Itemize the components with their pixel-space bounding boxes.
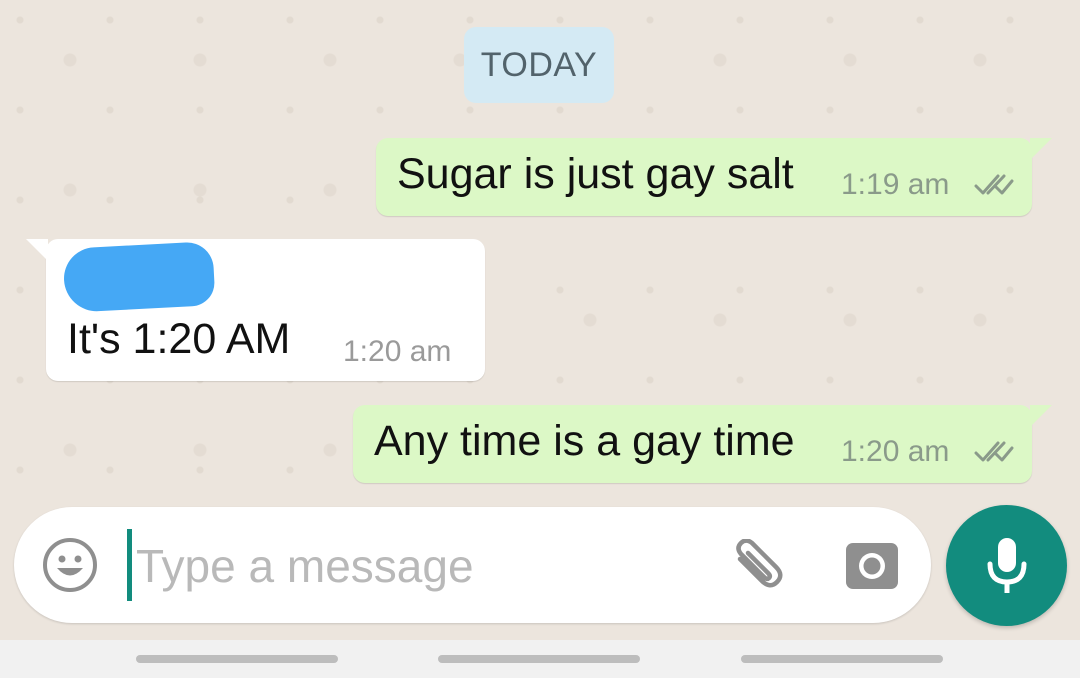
message-text: It's 1:20 AM <box>67 315 291 363</box>
voice-message-button[interactable] <box>946 505 1067 626</box>
nav-handle-left[interactable] <box>136 655 338 663</box>
message-time: 1:20 am <box>343 335 452 368</box>
message-input[interactable] <box>134 527 698 605</box>
bubble-tail <box>1030 138 1052 160</box>
text-cursor <box>127 529 132 601</box>
paperclip-icon[interactable] <box>726 539 786 595</box>
message-time: 1:19 am <box>841 168 950 201</box>
microphone-icon <box>987 537 1026 593</box>
message-time: 1:20 am <box>841 435 950 468</box>
message-bubble-outgoing[interactable]: Any time is a gay time 1:20 am <box>353 405 1052 483</box>
message-bubble-outgoing[interactable]: Sugar is just gay salt 1:19 am <box>376 138 1052 216</box>
bubble-tail <box>26 239 48 261</box>
message-composer <box>14 507 931 623</box>
bubble-tail <box>1030 405 1052 427</box>
message-bubble-incoming[interactable]: It's 1:20 AM 1:20 am <box>26 239 485 381</box>
nav-handle-center[interactable] <box>438 655 640 663</box>
date-separator-label: TODAY <box>480 45 598 84</box>
double-check-icon <box>974 174 1014 195</box>
redacted-sender-name <box>62 241 216 313</box>
nav-handle-right[interactable] <box>741 655 943 663</box>
double-check-icon <box>974 441 1014 462</box>
camera-icon[interactable] <box>844 539 900 591</box>
message-text: Sugar is just gay salt <box>397 150 794 198</box>
date-separator: TODAY <box>464 27 614 103</box>
system-navigation-bar <box>0 640 1080 678</box>
message-text: Any time is a gay time <box>374 417 795 465</box>
emoji-icon[interactable] <box>42 537 98 593</box>
